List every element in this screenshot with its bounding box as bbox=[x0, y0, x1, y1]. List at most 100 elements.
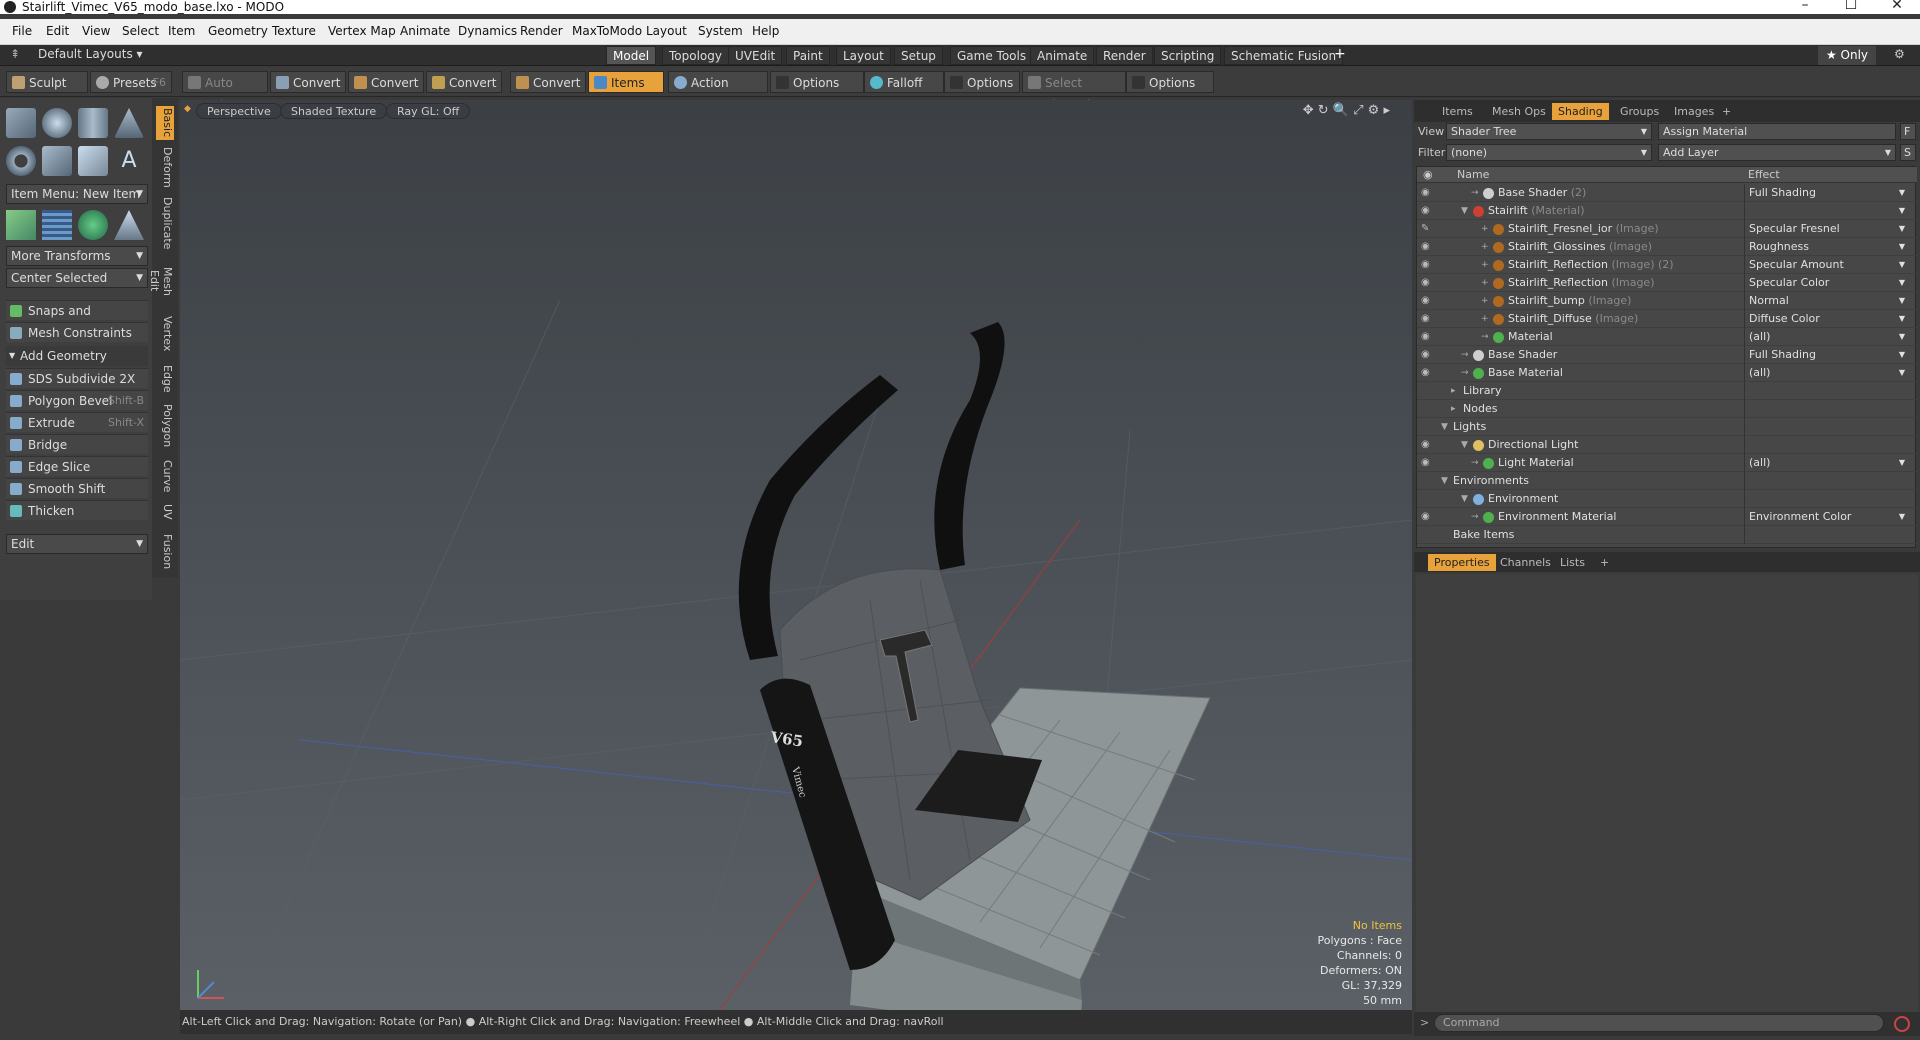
tab-lists[interactable]: Lists bbox=[1554, 554, 1591, 571]
menu-help[interactable]: Help bbox=[752, 24, 779, 38]
layer-effect[interactable]: (all) ▼ bbox=[1744, 454, 1909, 472]
tab-render[interactable]: Render bbox=[1096, 46, 1153, 65]
layer-effect[interactable]: Specular Fresnel ▼ bbox=[1744, 220, 1909, 238]
add-layer-select[interactable]: Add Layer ▼ bbox=[1658, 144, 1896, 161]
sculpt-button[interactable]: Sculpt bbox=[6, 71, 88, 93]
vtab-uv[interactable]: UV bbox=[156, 500, 174, 524]
visibility-eye-icon[interactable]: ◉ bbox=[1421, 436, 1437, 454]
globe-icon[interactable] bbox=[78, 210, 108, 240]
add-tab-button[interactable]: + bbox=[1334, 46, 1346, 62]
effect-column-header[interactable]: Effect bbox=[1748, 168, 1780, 181]
layer-effect[interactable]: (all) ▼ bbox=[1744, 364, 1909, 382]
shader-tree-row[interactable]: ◉ → Base Shader (2) Full Shading ▼ bbox=[1417, 184, 1917, 202]
s-button[interactable]: S bbox=[1900, 144, 1916, 161]
shader-tree-row[interactable]: ✎ + Stairlift_Fresnel_ior (Image) Specular … bbox=[1417, 220, 1917, 238]
expand-icon[interactable]: ▼ bbox=[1441, 472, 1448, 490]
shader-tree-row[interactable]: ◉ + Stairlift_Reflection (Image) Specular C… bbox=[1417, 274, 1917, 292]
action-center-button[interactable]: Action Center bbox=[668, 71, 768, 112]
shader-tree-row[interactable]: ▸ Nodes bbox=[1417, 400, 1917, 418]
layer-effect[interactable]: Environment Color ▼ bbox=[1744, 508, 1909, 526]
menu-system[interactable]: System bbox=[698, 24, 743, 38]
tab-setup[interactable]: Setup bbox=[894, 46, 943, 65]
shader-tree-row[interactable]: ◉ → Light Material (all) ▼ bbox=[1417, 454, 1917, 472]
layer-effect[interactable]: (all) ▼ bbox=[1744, 328, 1909, 346]
vtab-duplicate[interactable]: Duplicate bbox=[156, 196, 174, 250]
expand-icon[interactable]: → bbox=[1481, 328, 1489, 346]
visibility-eye-icon[interactable]: ◉ bbox=[1421, 364, 1437, 382]
add-panel-tab-button[interactable]: + bbox=[1716, 103, 1737, 120]
falloff-button[interactable]: Falloff bbox=[864, 71, 944, 93]
vtab-polygon[interactable]: Polygon bbox=[156, 402, 174, 450]
cube-icon[interactable] bbox=[6, 108, 36, 138]
f-button[interactable]: F bbox=[1900, 123, 1916, 140]
menu-edit[interactable]: Edit bbox=[46, 24, 69, 38]
only-toggle[interactable]: ★ Only bbox=[1818, 46, 1876, 65]
shader-tree-row[interactable]: ◉ + Stairlift_Diffuse (Image) Diffuse Color… bbox=[1417, 310, 1917, 328]
stairlift-model[interactable]: V65 Vimec bbox=[738, 322, 1211, 1010]
visibility-eye-icon[interactable]: ◉ bbox=[1421, 184, 1437, 202]
shader-tree-row[interactable]: ◉ → Base Shader Full Shading ▼ bbox=[1417, 346, 1917, 364]
visibility-eye-icon[interactable]: ◉ bbox=[1421, 202, 1437, 220]
layer-effect[interactable] bbox=[1744, 472, 1909, 490]
layer-effect[interactable]: Specular Amount ▼ bbox=[1744, 256, 1909, 274]
tab-shading[interactable]: Shading bbox=[1552, 103, 1609, 120]
convert-item-button[interactable]: Convert bbox=[510, 71, 586, 93]
expand-icon[interactable]: ▸ bbox=[1451, 400, 1456, 418]
tab-schematic-fusion[interactable]: Schematic Fusion bbox=[1224, 46, 1344, 65]
assign-material-button[interactable]: Assign Material bbox=[1658, 123, 1896, 140]
layer-effect[interactable]: ▼ bbox=[1744, 202, 1909, 220]
shader-tree-row[interactable]: ◉ + Stairlift_bump (Image) Normal ▼ bbox=[1417, 292, 1917, 310]
sphere-icon[interactable] bbox=[42, 108, 72, 138]
cylinder-icon[interactable] bbox=[78, 108, 108, 138]
shader-tree-row[interactable]: ◉ → Base Material (all) ▼ bbox=[1417, 364, 1917, 382]
visibility-eye-icon[interactable]: ◉ bbox=[1421, 256, 1437, 274]
center-selected-dropdown[interactable]: Center Selected ▼ bbox=[6, 268, 148, 288]
visibility-eye-icon[interactable]: ◉ bbox=[1421, 508, 1437, 526]
select-options-button[interactable]: Options bbox=[1126, 71, 1214, 93]
layer-effect[interactable] bbox=[1744, 400, 1909, 418]
shader-tree-row[interactable]: ▼ Environments bbox=[1417, 472, 1917, 490]
items-mode-button[interactable]: Items bbox=[588, 71, 664, 93]
add-properties-tab-button[interactable]: + bbox=[1594, 554, 1615, 571]
menu-view[interactable]: View bbox=[82, 24, 110, 38]
layer-effect[interactable] bbox=[1744, 436, 1909, 454]
vtab-deform[interactable]: Deform bbox=[156, 146, 174, 188]
maximize-button[interactable]: ☐ bbox=[1831, 0, 1871, 12]
tab-properties[interactable]: Properties bbox=[1428, 554, 1496, 571]
layer-effect[interactable] bbox=[1744, 490, 1909, 508]
expand-icon[interactable]: ▼ bbox=[1461, 490, 1468, 508]
menu-select[interactable]: Select bbox=[122, 24, 159, 38]
expand-icon[interactable]: → bbox=[1461, 364, 1469, 382]
tab-paint[interactable]: Paint bbox=[786, 46, 830, 65]
item-menu-dropdown[interactable]: Item Menu: New Item ▼ bbox=[6, 184, 148, 204]
expand-icon[interactable]: ▸ bbox=[1451, 382, 1456, 400]
expand-icon[interactable]: + bbox=[1481, 238, 1489, 256]
shader-tree-row[interactable]: ◉ → Material (all) ▼ bbox=[1417, 328, 1917, 346]
tab-model[interactable]: Model bbox=[606, 46, 657, 65]
menu-item[interactable]: Item bbox=[168, 24, 195, 38]
convert-vertex-button[interactable]: Convert bbox=[270, 71, 346, 93]
convert-edge-button[interactable]: Convert bbox=[348, 71, 424, 93]
expand-icon[interactable]: ▼ bbox=[1441, 418, 1448, 436]
minimize-button[interactable]: – bbox=[1785, 0, 1825, 12]
expand-icon[interactable]: + bbox=[1481, 256, 1489, 274]
shader-tree-row[interactable]: Bake Items bbox=[1417, 526, 1917, 544]
expand-icon[interactable]: → bbox=[1471, 454, 1479, 472]
layer-effect[interactable] bbox=[1744, 418, 1909, 436]
mesh-constraints-button[interactable]: Mesh Constraints bbox=[6, 322, 148, 342]
menu-texture[interactable]: Texture bbox=[272, 24, 316, 38]
expand-icon[interactable]: + bbox=[1481, 274, 1489, 292]
menu-vertex-map[interactable]: Vertex Map bbox=[328, 24, 396, 38]
3d-viewport[interactable]: ◆ Perspective Shaded Texture Ray GL: Off… bbox=[180, 100, 1412, 1010]
visibility-eye-icon[interactable]: ◉ bbox=[1421, 346, 1437, 364]
tab-channels[interactable]: Channels bbox=[1494, 554, 1557, 571]
tab-mesh-ops[interactable]: Mesh Ops bbox=[1486, 103, 1552, 120]
vtab-vertex[interactable]: Vertex bbox=[156, 314, 174, 354]
smooth-shift-button[interactable]: Smooth Shift bbox=[6, 478, 148, 498]
vtab-basic[interactable]: Basic bbox=[156, 106, 174, 140]
tab-game-tools[interactable]: Game Tools bbox=[950, 46, 1034, 65]
shader-tree-row[interactable]: ▼ Lights bbox=[1417, 418, 1917, 436]
visibility-eye-icon[interactable]: ◉ bbox=[1421, 238, 1437, 256]
polygon-bevel-button[interactable]: Polygon Bevel Shift-B bbox=[6, 390, 148, 410]
gear-icon[interactable]: ⚙ bbox=[1894, 47, 1905, 61]
